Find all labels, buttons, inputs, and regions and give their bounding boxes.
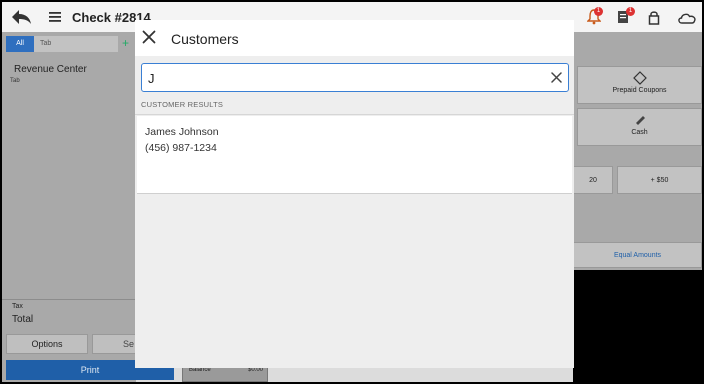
clear-icon[interactable] (551, 72, 562, 83)
customer-result-item[interactable]: James Johnson (456) 987-1234 (137, 116, 572, 194)
tab-tab[interactable]: Tab (34, 36, 118, 52)
lock-icon[interactable] (647, 9, 661, 25)
amount-50-button[interactable]: + $50 (617, 166, 702, 194)
divider (135, 114, 574, 115)
customer-phone: (456) 987-1234 (145, 142, 217, 154)
customer-search-input[interactable] (148, 69, 538, 87)
cash-button[interactable]: Cash (577, 108, 702, 146)
options-button[interactable]: Options (6, 334, 88, 354)
results-header: CUSTOMER RESULTS (141, 100, 224, 109)
cash-label: Cash (631, 129, 648, 136)
pos-app: Check #2814 1 1 All Tab + Revenue Center… (2, 2, 702, 382)
cloud-icon[interactable] (677, 11, 697, 25)
customer-search-box[interactable] (141, 63, 569, 92)
amount-20-button[interactable]: 20 (573, 166, 613, 194)
total-label: Total (12, 314, 34, 325)
back-arrow-icon[interactable] (10, 8, 32, 26)
check-panel: All Tab + Revenue Center Tab Tax Total O… (2, 32, 174, 382)
equal-amounts-button[interactable]: Equal Amounts (573, 242, 702, 268)
receipt-badge: 1 (626, 7, 635, 16)
tax-label: Tax (12, 303, 23, 310)
dialog-title: Customers (171, 31, 239, 47)
cash-icon (635, 116, 645, 125)
payment-panel: Prepaid Coupons Cash 20 + $50 Equal Amou… (573, 32, 702, 270)
customers-dialog: Customers CUSTOMER RESULTS James Johnson… (135, 20, 574, 368)
empty-area (573, 270, 702, 382)
prepaid-coupons-label: Prepaid Coupons (612, 87, 667, 94)
close-icon[interactable] (142, 30, 156, 44)
customer-name: James Johnson (145, 126, 219, 138)
secondary-button[interactable]: Se (92, 334, 136, 354)
add-tab-button[interactable]: + (122, 36, 129, 50)
prepaid-coupons-button[interactable]: Prepaid Coupons (577, 66, 702, 104)
coupon-icon (632, 71, 647, 85)
divider (2, 299, 136, 300)
revenue-center-sub: Tab (10, 78, 20, 84)
bell-badge: 1 (594, 7, 603, 16)
tab-all[interactable]: All (6, 36, 34, 52)
dialog-header: Customers (135, 20, 574, 56)
menu-icon[interactable] (49, 12, 61, 22)
revenue-center-label: Revenue Center (14, 64, 87, 75)
